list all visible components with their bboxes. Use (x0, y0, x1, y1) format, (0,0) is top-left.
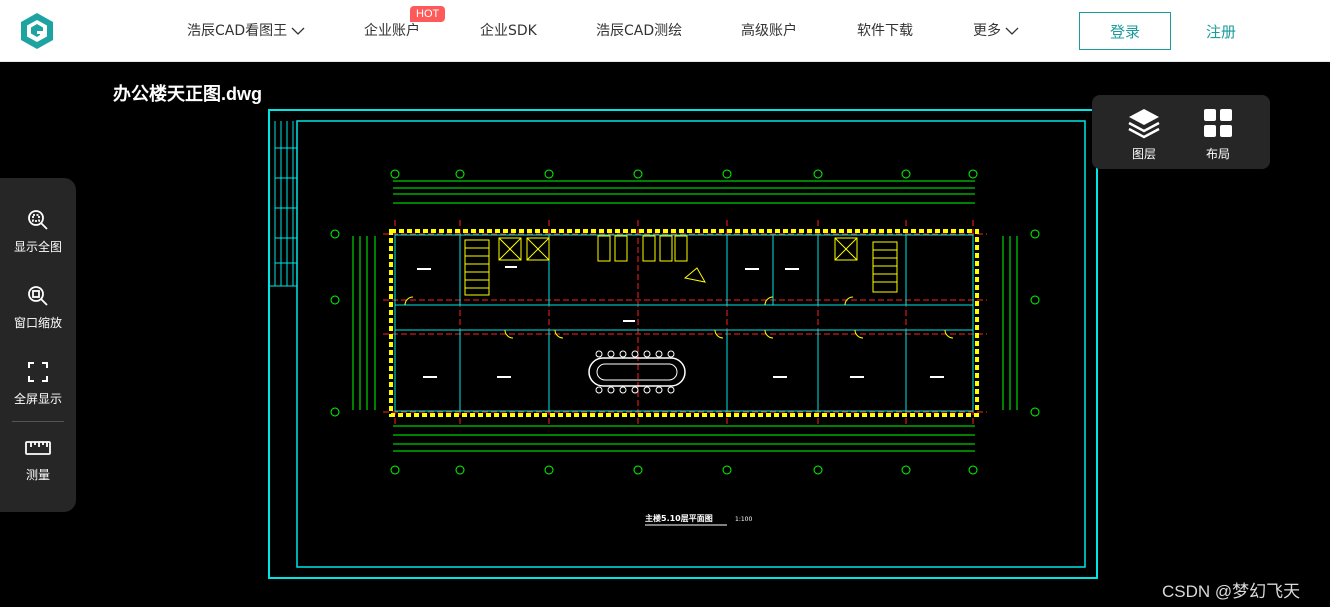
layout-icon (1204, 109, 1232, 137)
top-navbar: 浩辰CAD看图王 企业账户 HOT 企业SDK 浩辰CAD测绘 高级账户 软件下… (0, 0, 1330, 62)
nav-more-label: 更多 (973, 23, 1001, 39)
measure-button[interactable]: 测量 (0, 436, 76, 502)
file-title: 办公楼天正图.dwg (113, 84, 262, 104)
zoom-window-button[interactable]: 窗口缩放 (0, 284, 76, 350)
gstarcad-logo-icon[interactable] (18, 12, 56, 50)
cad-drawing-canvas[interactable]: 主楼5.10层平面图 1:100 (265, 108, 1100, 583)
nav-enterprise-account[interactable]: 企业账户 (364, 20, 420, 42)
chevron-down-icon (291, 27, 305, 35)
layout-label: 布局 (1205, 147, 1230, 161)
zoom-window-icon (28, 286, 48, 306)
nav-software-download[interactable]: 软件下载 (857, 20, 913, 42)
layers-label: 图层 (1131, 147, 1156, 161)
conference-table (588, 350, 686, 394)
nav-enterprise-account-label: 企业账户 (364, 23, 420, 39)
stairs-elevators (464, 235, 898, 296)
nav-enterprise-sdk[interactable]: 企业SDK (480, 20, 537, 42)
measure-label: 测量 (25, 468, 50, 482)
nav-software-download-label: 软件下载 (857, 23, 913, 39)
nav-cad-viewer[interactable]: 浩辰CAD看图王 (187, 20, 305, 42)
nav-cad-survey[interactable]: 浩辰CAD测绘 (596, 20, 682, 42)
zoom-window-label: 窗口缩放 (13, 316, 62, 330)
ruler-icon (25, 441, 51, 455)
nav-cad-survey-label: 浩辰CAD测绘 (596, 23, 683, 39)
zoom-extents-label: 显示全图 (13, 240, 62, 254)
chevron-down-icon (1005, 27, 1019, 35)
nav-more[interactable]: 更多 (973, 20, 1019, 42)
axis-bubbles (330, 169, 1040, 475)
nav-cad-viewer-label: 浩辰CAD看图王 (187, 23, 288, 39)
zoom-extents-button[interactable]: 显示全图 (0, 208, 76, 274)
right-panel: 图层 布局 (1092, 95, 1270, 169)
left-title-strip (269, 121, 297, 287)
zoom-extents-icon (28, 210, 48, 230)
login-button[interactable]: 登录 (1079, 12, 1171, 50)
nav-premium-account[interactable]: 高级账户 (741, 20, 797, 42)
hot-badge: HOT (410, 6, 446, 22)
drawing-title: 主楼5.10层平面图 (645, 513, 713, 523)
layers-button[interactable]: 图层 (1114, 107, 1174, 162)
layers-icon (1128, 109, 1160, 139)
building-walls (389, 229, 979, 417)
layout-button[interactable]: 布局 (1188, 107, 1248, 162)
fullscreen-icon (28, 362, 48, 382)
drawing-scale: 1:100 (735, 516, 752, 523)
toolbar-divider (12, 421, 64, 422)
left-toolbar: 显示全图 窗口缩放 全屏显示 测量 (0, 178, 76, 512)
nav-enterprise-sdk-label: 企业SDK (480, 23, 537, 39)
fullscreen-label: 全屏显示 (13, 392, 62, 406)
fullscreen-button[interactable]: 全屏显示 (0, 360, 76, 426)
register-link[interactable]: 注册 (1206, 21, 1236, 42)
csdn-watermark: CSDN @梦幻飞天 (1162, 582, 1301, 601)
nav-premium-account-label: 高级账户 (741, 23, 797, 39)
doors (404, 267, 954, 339)
grid-axes (383, 220, 987, 424)
